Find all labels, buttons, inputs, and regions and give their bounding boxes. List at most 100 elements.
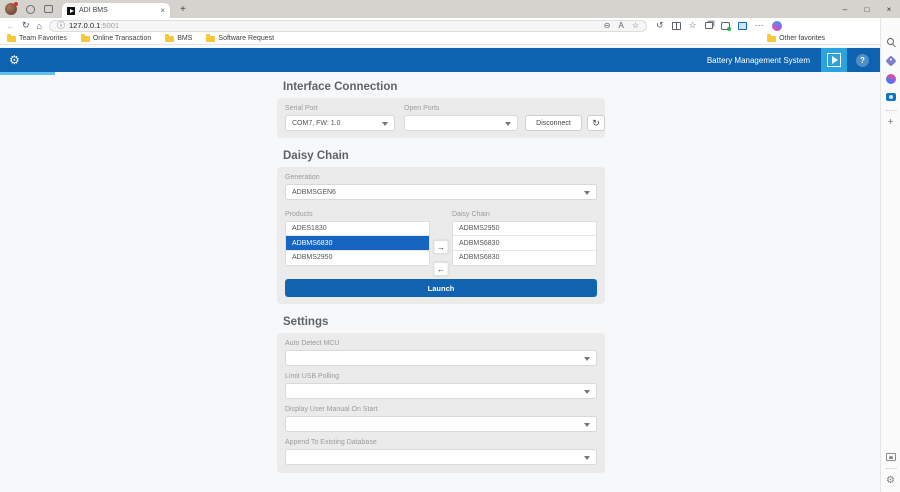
refresh-icon[interactable]: ↻ <box>22 20 30 31</box>
generation-value: ADBMSGEN6 <box>292 189 336 196</box>
folder-icon <box>81 36 90 42</box>
chain-label: Daisy Chain <box>452 211 597 218</box>
favorites-icon[interactable]: ☆ <box>689 21 697 30</box>
new-tab-button[interactable]: + <box>180 4 186 15</box>
more-menu-icon[interactable]: ⋯ <box>755 21 764 30</box>
serial-port-value: COM7, FW: 1.0 <box>292 120 341 127</box>
settings-card: Auto Detect MCU Limit USB Polling Displa… <box>277 333 605 473</box>
append-database-select[interactable] <box>285 449 597 465</box>
read-aloud-icon[interactable]: A <box>618 21 623 30</box>
tab-title: ADI BMS <box>79 7 160 14</box>
shopping-icon[interactable] <box>721 22 730 30</box>
collections-icon[interactable] <box>705 22 713 29</box>
folder-icon <box>206 36 215 42</box>
sidebar-image-creator-icon[interactable] <box>886 93 896 101</box>
add-to-chain-button[interactable]: → <box>434 240 449 254</box>
minimize-button[interactable]: – <box>834 5 856 14</box>
url-host: 127.0.0.1 <box>69 21 100 30</box>
sidebar-search-icon[interactable] <box>887 38 894 45</box>
notification-dot <box>14 2 18 6</box>
open-ports-label: Open Ports <box>404 105 518 112</box>
sidebar-settings-gear-icon[interactable]: ⚙ <box>886 475 895 486</box>
interface-connection-heading: Interface Connection <box>283 81 605 93</box>
browser-tab[interactable]: ADI BMS × <box>62 3 170 18</box>
bookmark-label: Team Favorites <box>19 35 67 42</box>
refresh-ports-button[interactable]: ↻ <box>587 115 605 131</box>
chain-item[interactable]: ADBMS6830 <box>453 236 596 250</box>
screen: ADI BMS × + – □ × ← ↻ ⌂ ⓘ 127.0.0.1 :500… <box>0 0 900 492</box>
site-info-icon[interactable]: ⓘ <box>57 20 65 31</box>
product-item[interactable]: ADES1830 <box>286 222 429 236</box>
product-item[interactable]: ADBMS2950 <box>286 251 429 265</box>
launch-button[interactable]: Launch <box>285 279 597 297</box>
home-icon[interactable]: ⌂ <box>37 21 42 31</box>
bookmarks-bar: Team Favorites Online Transaction BMS So… <box>0 33 900 45</box>
product-item-selected[interactable]: ADBMS6830 <box>286 236 429 250</box>
interface-connection-card: Serial Port COM7, FW: 1.0 Open Ports Dis… <box>277 98 605 138</box>
close-button[interactable]: × <box>878 5 900 14</box>
bookmark-bms[interactable]: BMS <box>165 35 192 42</box>
help-icon[interactable]: ? <box>856 54 869 67</box>
folder-icon <box>7 36 16 42</box>
daisy-chain-listbox: ADBMS2950 ADBMS6830 ADBMS6830 <box>452 221 597 266</box>
add-favorite-icon[interactable]: ☆ <box>632 21 639 30</box>
generation-label: Generation <box>285 174 597 181</box>
display-user-manual-select[interactable] <box>285 416 597 432</box>
browser-tab-strip: ADI BMS × + – □ × <box>0 0 900 18</box>
serial-port-label: Serial Port <box>285 105 395 112</box>
bookmark-label: Online Transaction <box>93 35 151 42</box>
display-user-manual-label: Display User Manual On Start <box>285 406 597 413</box>
workspaces-icon[interactable] <box>26 5 35 14</box>
sidebar-add-icon[interactable]: + <box>888 117 894 128</box>
other-favorites-label: Other favorites <box>779 35 825 42</box>
screenshot-icon[interactable] <box>738 22 747 30</box>
copilot-icon[interactable] <box>772 21 782 31</box>
transfer-buttons: → ← <box>430 211 452 266</box>
remove-from-chain-button[interactable]: ← <box>434 262 449 276</box>
maximize-button[interactable]: □ <box>856 5 878 14</box>
generation-select[interactable]: ADBMSGEN6 <box>285 184 597 200</box>
sidebar-shopping-tag-icon[interactable] <box>885 55 896 66</box>
settings-heading: Settings <box>283 316 605 328</box>
folder-icon <box>165 36 174 42</box>
serial-port-select[interactable]: COM7, FW: 1.0 <box>285 115 395 131</box>
disconnect-button[interactable]: Disconnect <box>525 115 582 131</box>
bookmark-team-favorites[interactable]: Team Favorites <box>7 35 67 42</box>
sidebar-browser-essentials-icon[interactable] <box>886 453 896 461</box>
zoom-out-icon[interactable]: ⊖ <box>604 21 611 30</box>
bms-app: ⚙ Battery Management System ? Interface … <box>0 45 880 492</box>
append-database-label: Append To Existing Database <box>285 439 597 446</box>
bookmark-label: BMS <box>177 35 192 42</box>
profile-avatar[interactable] <box>5 3 17 15</box>
app-title: Battery Management System <box>707 56 810 65</box>
address-bar-row: ← ↻ ⌂ ⓘ 127.0.0.1 :5001 ⊖ A ☆ ↺ ☆ ⋯ <box>0 18 900 33</box>
browser-essentials-icon[interactable]: ↺ <box>656 21 664 30</box>
chain-item[interactable]: ADBMS6830 <box>453 251 596 265</box>
other-favorites[interactable]: Other favorites <box>767 35 825 42</box>
limit-usb-polling-select[interactable] <box>285 383 597 399</box>
daisy-chain-card: Generation ADBMSGEN6 Products ADES1830 A… <box>277 167 605 304</box>
bookmark-online-transaction[interactable]: Online Transaction <box>81 35 151 42</box>
products-listbox: ADES1830 ADBMS6830 ADBMS2950 <box>285 221 430 266</box>
address-bar[interactable]: ⓘ 127.0.0.1 :5001 ⊖ A ☆ <box>49 20 647 32</box>
adi-logo-button[interactable] <box>821 48 847 72</box>
sidebar-games-icon[interactable] <box>886 74 896 84</box>
adi-logo-favicon <box>67 7 75 15</box>
toolbar-icon-cluster: ↺ ☆ ⋯ <box>656 21 782 31</box>
open-ports-select[interactable] <box>404 115 518 131</box>
tab-close-icon[interactable]: × <box>160 6 165 15</box>
sidebar-divider <box>885 468 897 469</box>
settings-gear-icon[interactable]: ⚙ <box>9 54 20 66</box>
folder-icon <box>767 36 776 42</box>
edge-sidebar: + ⚙ <box>880 18 900 492</box>
tab-actions-icon[interactable] <box>44 5 53 13</box>
chain-item[interactable]: ADBMS2950 <box>453 222 596 236</box>
url-port: :5001 <box>100 21 119 30</box>
bookmark-software-request[interactable]: Software Request <box>206 35 274 42</box>
window-controls: – □ × <box>834 5 900 14</box>
auto-detect-mcu-label: Auto Detect MCU <box>285 340 597 347</box>
auto-detect-mcu-select[interactable] <box>285 350 597 366</box>
split-screen-icon[interactable] <box>672 22 681 30</box>
back-icon[interactable]: ← <box>6 21 15 31</box>
adi-logo-icon <box>827 53 841 67</box>
